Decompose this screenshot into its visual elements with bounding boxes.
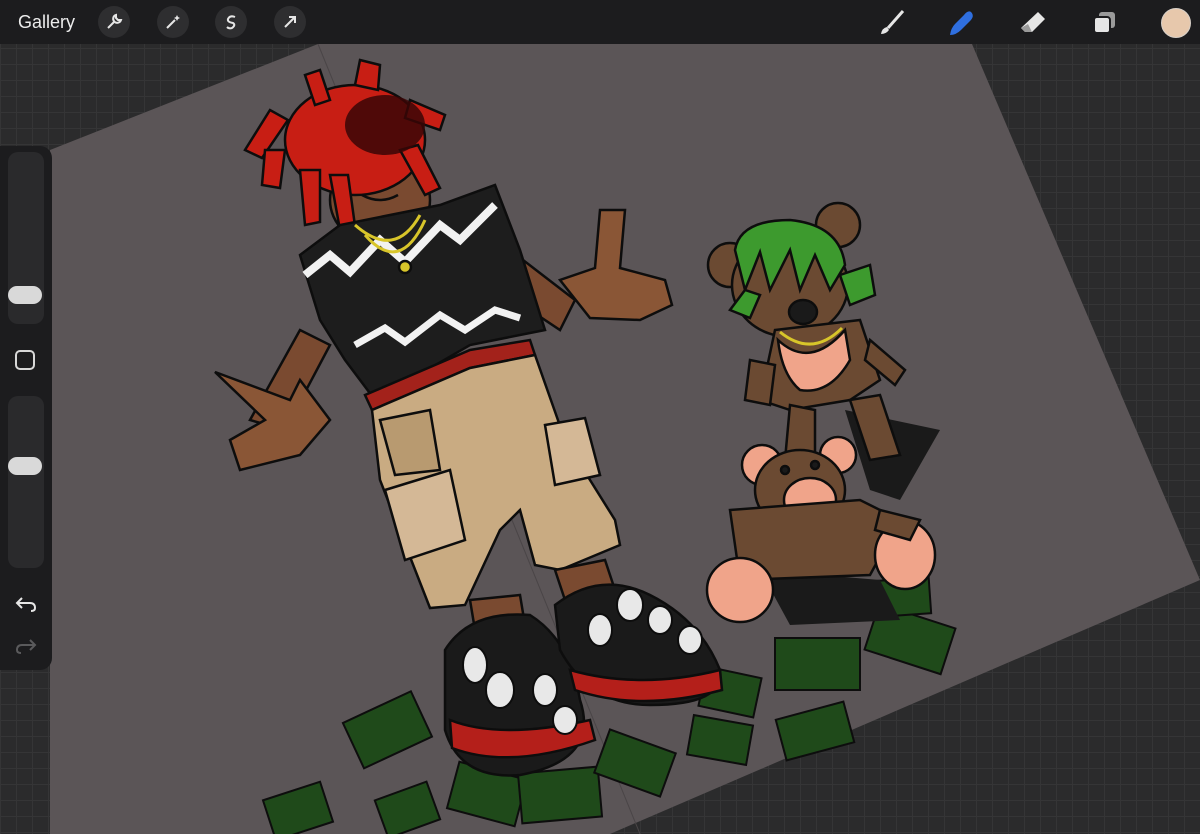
undo-icon[interactable] bbox=[12, 592, 40, 616]
opacity-slider[interactable] bbox=[8, 396, 44, 568]
gallery-button[interactable]: Gallery bbox=[18, 12, 75, 33]
left-sidebar bbox=[0, 146, 52, 670]
modify-button[interactable] bbox=[15, 350, 35, 370]
color-picker-swatch[interactable] bbox=[1161, 8, 1191, 38]
wrench-icon[interactable] bbox=[98, 6, 130, 38]
brush-icon[interactable] bbox=[876, 8, 906, 38]
top-toolbar: Gallery bbox=[0, 0, 1200, 44]
brush-size-thumb[interactable] bbox=[8, 286, 42, 304]
selection-icon[interactable] bbox=[215, 6, 247, 38]
transform-arrow-icon[interactable] bbox=[274, 6, 306, 38]
layers-icon[interactable] bbox=[1090, 8, 1120, 38]
redo-icon[interactable] bbox=[12, 634, 40, 658]
eraser-icon[interactable] bbox=[1018, 8, 1048, 38]
opacity-thumb[interactable] bbox=[8, 457, 42, 475]
smudge-icon[interactable] bbox=[946, 8, 976, 38]
magic-wand-icon[interactable] bbox=[157, 6, 189, 38]
brush-size-slider[interactable] bbox=[8, 152, 44, 324]
canvas[interactable] bbox=[0, 0, 1200, 834]
canvas-paper[interactable] bbox=[50, 44, 1200, 834]
